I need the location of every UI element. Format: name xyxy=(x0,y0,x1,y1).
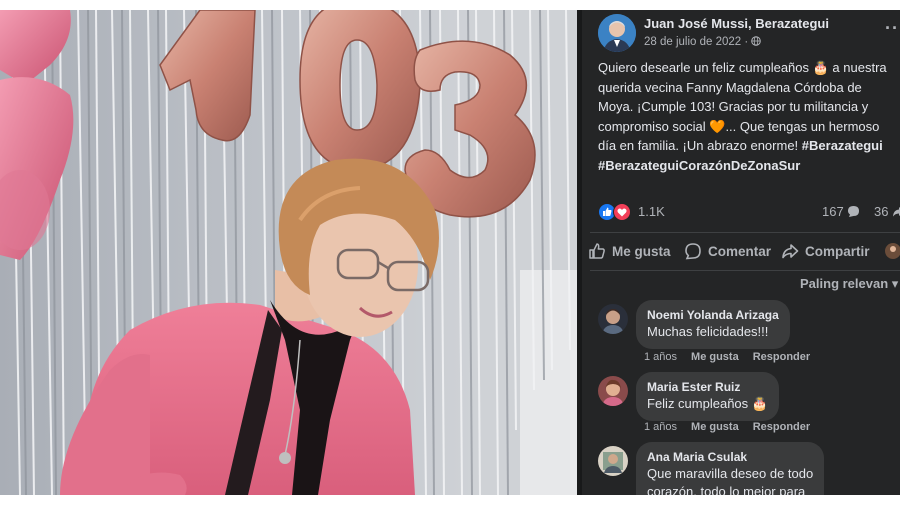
post-text-line: compromiso social 🧡... Que tengas un her… xyxy=(598,118,880,134)
thumbs-up-icon xyxy=(589,243,605,259)
commenter-avatar[interactable] xyxy=(598,304,628,334)
author-avatar[interactable] xyxy=(598,14,636,52)
comment-text-line: Que maravilla deseo de todo xyxy=(647,466,814,481)
reaction-count[interactable]: 1.1K xyxy=(638,204,665,219)
more-options-icon[interactable]: ··· xyxy=(885,18,900,39)
hashtag-link[interactable]: #Berazategui xyxy=(802,138,883,153)
comment-bubble: Maria Ester Ruiz Feliz cumpleaños 🎂 xyxy=(636,372,779,421)
comment-age[interactable]: 1 años xyxy=(644,421,677,433)
comment-sort-dropdown[interactable]: Paling relevan ▾ xyxy=(800,276,898,292)
globe-icon xyxy=(751,36,762,46)
post-author-name[interactable]: Juan José Mussi, Berazategui xyxy=(644,16,829,31)
post-text-line: querida vecina Fanny Magdalena Córdoba d… xyxy=(598,79,862,95)
comment-reply-link[interactable]: Responder xyxy=(753,421,810,433)
comment-like-link[interactable]: Me gusta xyxy=(691,421,739,433)
post-meta: 28 de julio de 2022 · xyxy=(644,36,762,48)
comment-sort-label: Paling relevan xyxy=(800,276,889,291)
comment-icon xyxy=(685,243,701,260)
commenter-avatar[interactable] xyxy=(598,446,628,476)
comment-age[interactable]: 1 años xyxy=(644,351,677,363)
share-count-value: 36 xyxy=(874,204,889,219)
post-text: Quiero desearle un feliz cumpleaños 🎂 a … xyxy=(598,58,900,175)
comment-bubble: Noemi Yolanda Arizaga Muchas felicidades… xyxy=(636,300,790,349)
comment-text-line: corazón, todo lo mejor para xyxy=(647,484,806,495)
reaction-bar: 1.1K 167 36 xyxy=(598,201,900,223)
comment-like-link[interactable]: Me gusta xyxy=(691,351,739,363)
comment-bubble-icon xyxy=(848,206,860,217)
share-count[interactable]: 36 xyxy=(874,204,900,219)
comment-button[interactable]: Comentar xyxy=(684,242,771,260)
post-text-line: día en familia. ¡Un abrazo enorme! #Bera… xyxy=(598,136,900,156)
post-text-line: Moya. ¡Cumple 103! Gracias por tu milita… xyxy=(598,99,869,114)
like-button[interactable]: Me gusta xyxy=(588,242,671,260)
divider xyxy=(590,270,900,271)
share-icon xyxy=(782,244,799,259)
comment-bubble: Ana Maria Csulak Que maravilla deseo de … xyxy=(636,442,825,495)
commenter-name[interactable]: Noemi Yolanda Arizaga xyxy=(647,307,779,323)
facebook-photo-viewer: Juan José Mussi, Berazategui 28 de julio… xyxy=(0,10,900,495)
share-button[interactable]: Compartir xyxy=(781,242,870,260)
post-text-line: Quiero desearle un feliz cumpleaños 🎂 a … xyxy=(598,60,887,75)
reaction-avatar-icon[interactable] xyxy=(884,242,900,260)
comment-count[interactable]: 167 xyxy=(822,204,860,219)
post-panel: Juan José Mussi, Berazategui 28 de julio… xyxy=(582,10,900,495)
post-header: Juan José Mussi, Berazategui 28 de julio… xyxy=(598,12,900,56)
share-arrow-icon xyxy=(893,207,900,217)
commenter-name[interactable]: Ana Maria Csulak xyxy=(647,449,813,465)
post-date[interactable]: 28 de julio de 2022 xyxy=(644,36,741,48)
chevron-down-icon: ▾ xyxy=(891,276,899,291)
love-icon xyxy=(613,203,631,221)
comment-meta: 1 años Me gusta Responder xyxy=(644,351,824,363)
comment-count-value: 167 xyxy=(822,204,844,219)
like-button-label: Me gusta xyxy=(612,244,671,259)
post-actions: Me gusta Comentar Compartir xyxy=(588,238,900,266)
comment-text: Muchas felicidades!!! xyxy=(647,324,769,339)
share-button-label: Compartir xyxy=(805,244,870,259)
divider xyxy=(590,232,900,233)
comment-text: Feliz cumpleaños 🎂 xyxy=(647,396,768,411)
commenter-avatar[interactable] xyxy=(598,376,628,406)
post-photo[interactable] xyxy=(0,10,577,495)
comment-meta: 1 años Me gusta Responder xyxy=(644,421,824,433)
like-icon xyxy=(598,203,616,221)
post-text-line-5: día en familia. ¡Un abrazo enorme! xyxy=(598,138,799,153)
reaction-icons[interactable] xyxy=(598,203,634,221)
comment-reply-link[interactable]: Responder xyxy=(753,351,810,363)
commenter-name[interactable]: Maria Ester Ruiz xyxy=(647,379,768,395)
comment-button-label: Comentar xyxy=(708,244,772,259)
hashtag-link[interactable]: #BerazateguiCorazónDeZonaSur xyxy=(598,156,900,176)
